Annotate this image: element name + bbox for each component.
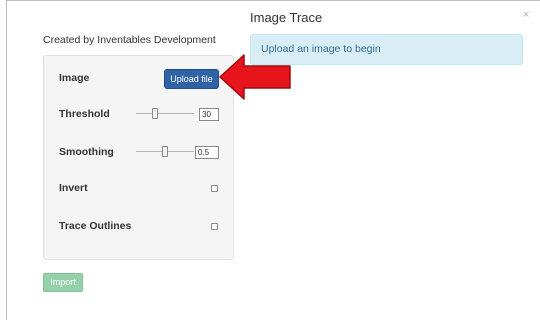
smoothing-slider-handle[interactable] — [162, 146, 168, 157]
invert-checkbox[interactable] — [211, 185, 218, 192]
trace-outlines-checkbox[interactable] — [211, 223, 218, 230]
dialog-title: Image Trace — [250, 10, 323, 25]
import-button[interactable]: Import — [43, 273, 83, 292]
settings-panel: Image Upload file Threshold Smoothing In… — [43, 55, 234, 260]
upload-file-button[interactable]: Upload file — [164, 69, 219, 89]
image-label: Image — [59, 72, 90, 84]
close-icon[interactable]: × — [523, 9, 529, 21]
invert-label: Invert — [59, 182, 88, 194]
created-by-text: Created by Inventables Development — [43, 34, 216, 46]
threshold-slider-handle[interactable] — [151, 108, 158, 119]
smoothing-label: Smoothing — [59, 146, 114, 158]
slider-track — [136, 113, 194, 114]
threshold-input[interactable] — [199, 108, 219, 121]
smoothing-input[interactable] — [195, 146, 219, 159]
threshold-slider[interactable] — [136, 108, 194, 120]
red-arrow-icon — [219, 54, 291, 100]
trace-outlines-label: Trace Outlines — [59, 220, 132, 232]
smoothing-slider[interactable] — [136, 146, 194, 158]
threshold-label: Threshold — [59, 108, 110, 120]
